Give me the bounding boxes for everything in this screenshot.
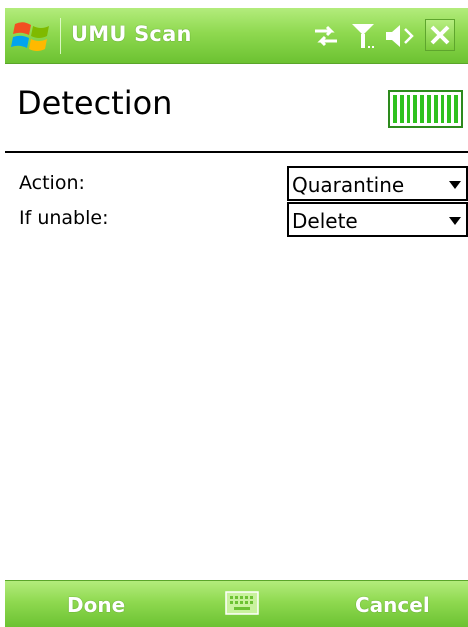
close-button[interactable] (425, 19, 455, 51)
if-unable-dropdown[interactable]: Delete (287, 202, 468, 237)
chevron-down-icon (449, 181, 461, 189)
header-divider (5, 151, 468, 153)
data-connection-icon[interactable] (311, 20, 341, 52)
title-bar: UMU Scan (5, 8, 468, 64)
action-dropdown[interactable]: Quarantine (287, 166, 468, 201)
page-title: Detection (17, 84, 173, 122)
page-header: Detection (5, 64, 468, 152)
done-button[interactable]: Done (67, 593, 125, 617)
speaker-muted-icon[interactable] (383, 20, 417, 52)
battery-full-icon (388, 90, 463, 128)
chevron-down-icon (449, 217, 461, 225)
softkey-bar: Done Cancel (5, 580, 468, 627)
close-icon (430, 25, 450, 45)
app-title: UMU Scan (71, 22, 192, 46)
if-unable-label: If unable: (19, 207, 109, 229)
action-dropdown-value: Quarantine (292, 173, 405, 197)
if-unable-dropdown-value: Delete (292, 209, 358, 233)
action-label: Action: (19, 172, 85, 194)
signal-strength-icon[interactable] (348, 20, 378, 52)
keyboard-icon[interactable] (225, 591, 259, 615)
device-screen: UMU Scan Detection Action: Quarantine If… (5, 8, 468, 627)
title-separator (60, 18, 61, 54)
cancel-button[interactable]: Cancel (355, 593, 430, 617)
windows-flag-icon[interactable] (11, 18, 55, 54)
